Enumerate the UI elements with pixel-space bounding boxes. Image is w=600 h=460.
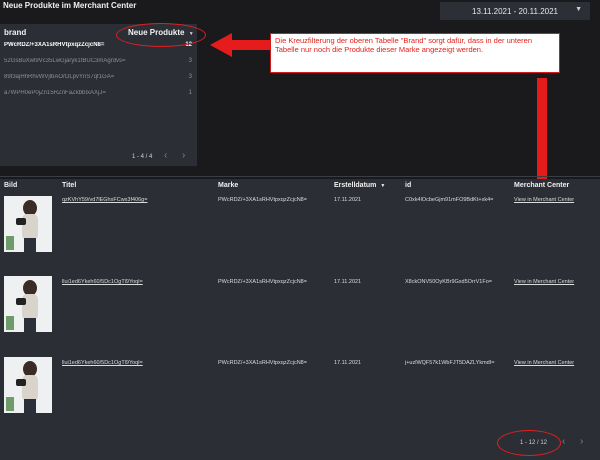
annotation-ellipse-pagination xyxy=(497,430,561,456)
merchant-center-link[interactable]: View in Merchant Center xyxy=(514,197,574,203)
column-header-bild[interactable]: Bild xyxy=(4,182,17,189)
product-image xyxy=(4,196,52,252)
product-table xyxy=(0,179,600,460)
product-id: X8ckONV50OyKBr9Gxd5OrrV1Fo= xyxy=(405,279,492,285)
column-header-erstelldatum[interactable]: Erstelldatum ▼ xyxy=(334,182,385,189)
column-header-merchant-center[interactable]: Merchant Center xyxy=(514,182,569,189)
product-date: 17.11.2021 xyxy=(334,360,362,366)
product-id: j+uzlWQF57k1WbFJT5DAZLYkmdI= xyxy=(405,360,495,366)
product-photo-icon xyxy=(4,357,52,413)
product-brand: PWcRDZ/+3XA1sRHVtpxqzZcjcN8= xyxy=(218,279,307,285)
product-title-link[interactable]: llui1ed6Ykeh60/5Dc1OgTl9Yoql= xyxy=(62,279,143,285)
product-date: 17.11.2021 xyxy=(334,197,362,203)
arrow-left-shape xyxy=(210,33,270,57)
chevron-left-icon[interactable]: ‹ xyxy=(562,436,565,447)
merchant-center-link[interactable]: View in Merchant Center xyxy=(514,279,574,285)
chevron-right-icon[interactable]: › xyxy=(580,436,583,447)
product-brand: PWcRDZ/+3XA1sRHVtpxqzZcjcN8= xyxy=(218,197,307,203)
product-brand: PWcRDZ/+3XA1sRHVtpxqzZcjcN8= xyxy=(218,360,307,366)
column-header-marke[interactable]: Marke xyxy=(218,182,238,189)
column-header-titel[interactable]: Titel xyxy=(62,182,76,189)
product-title-link[interactable]: qzKVhY59/vd7lEGhxFCwx3f406g= xyxy=(62,197,147,203)
product-title-link[interactable]: llui1ed6Ykeh60/5Dc1OgTl9Yoql= xyxy=(62,360,143,366)
sort-down-icon: ▼ xyxy=(380,183,386,189)
product-photo-icon xyxy=(4,276,52,332)
product-image xyxy=(4,276,52,332)
erstelldatum-label: Erstelldatum xyxy=(334,182,377,189)
column-header-id[interactable]: id xyxy=(405,182,411,189)
product-id: C0xk4lOcbeGjm91mFO9BdKt+xk4= xyxy=(405,197,494,203)
product-image xyxy=(4,357,52,413)
merchant-center-link[interactable]: View in Merchant Center xyxy=(514,360,574,366)
product-date: 17.11.2021 xyxy=(334,279,362,285)
product-photo-icon xyxy=(4,196,52,252)
divider xyxy=(0,176,600,177)
